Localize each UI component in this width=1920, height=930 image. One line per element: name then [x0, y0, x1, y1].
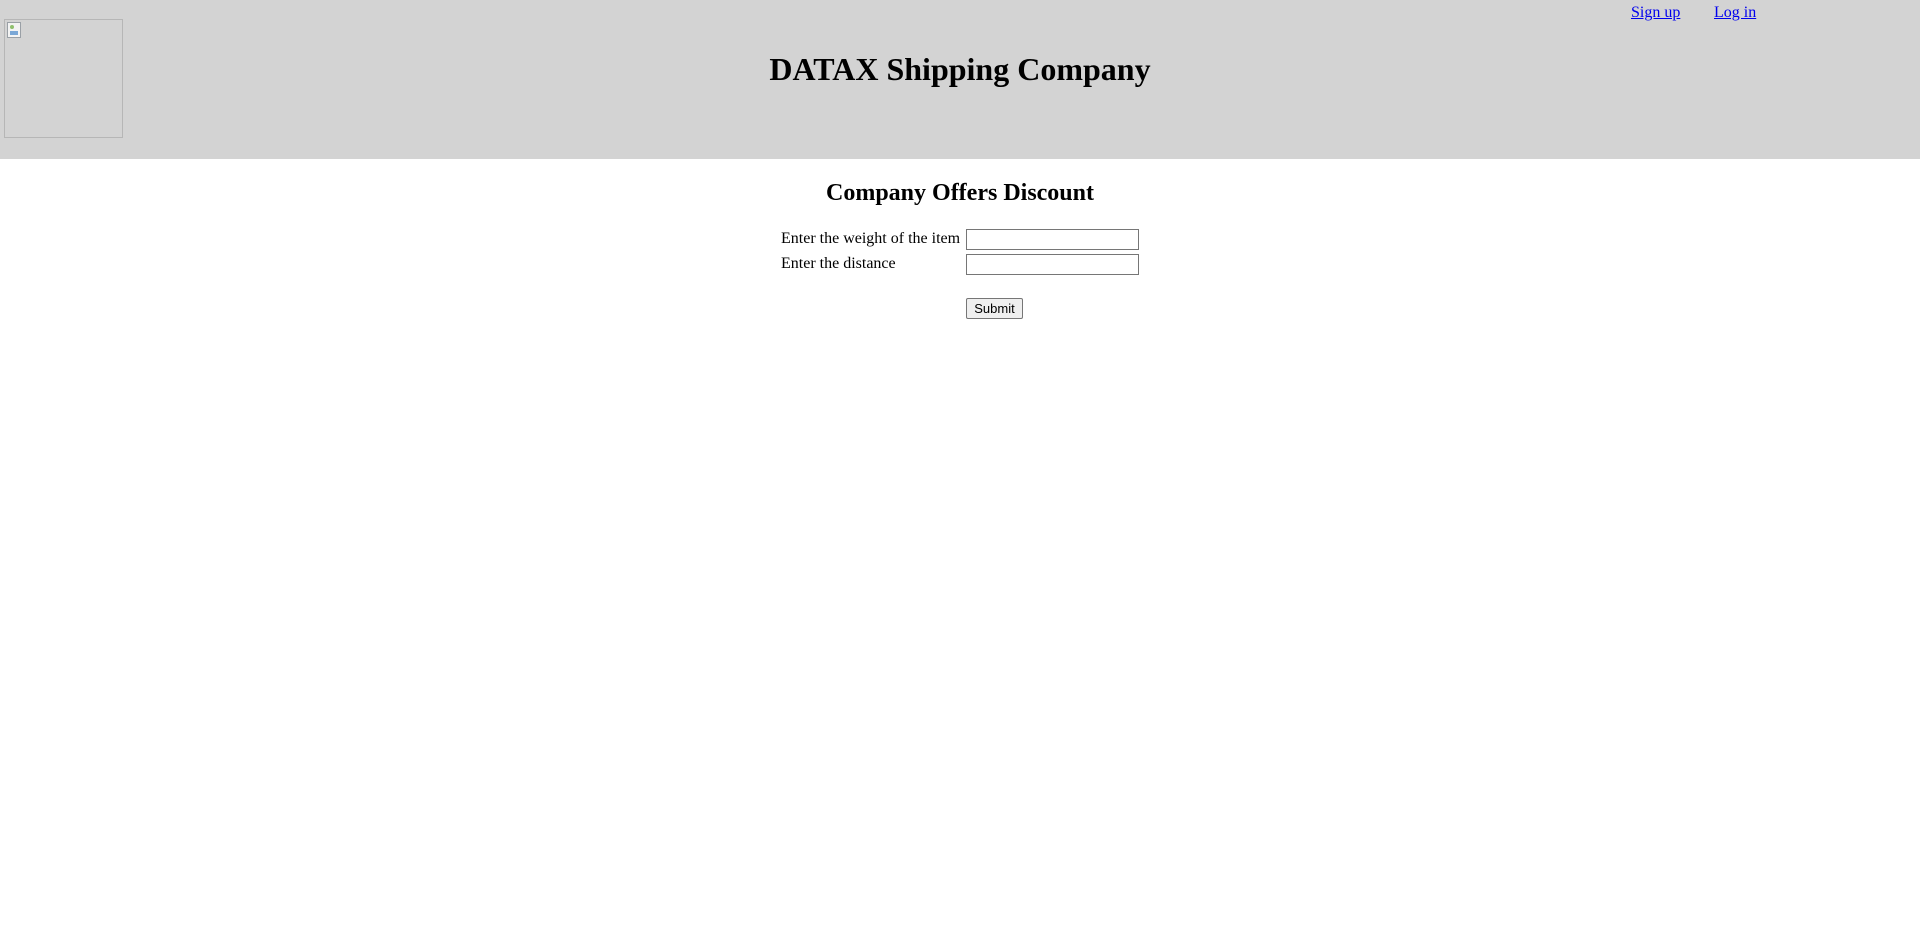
- login-link[interactable]: Log in: [1714, 3, 1756, 23]
- page-heading: Company Offers Discount: [826, 180, 1094, 206]
- weight-label: Enter the weight of the item: [781, 230, 961, 247]
- site-header: DATAX Shipping Company Sign up Log in: [0, 0, 1920, 159]
- weight-input[interactable]: [966, 229, 1139, 250]
- distance-label: Enter the distance: [781, 255, 896, 272]
- submit-button[interactable]: Submit: [966, 298, 1023, 319]
- site-title: DATAX Shipping Company: [769, 51, 1151, 87]
- signup-link[interactable]: Sign up: [1631, 3, 1680, 23]
- distance-input[interactable]: [966, 254, 1139, 275]
- broken-image-icon: [7, 22, 21, 38]
